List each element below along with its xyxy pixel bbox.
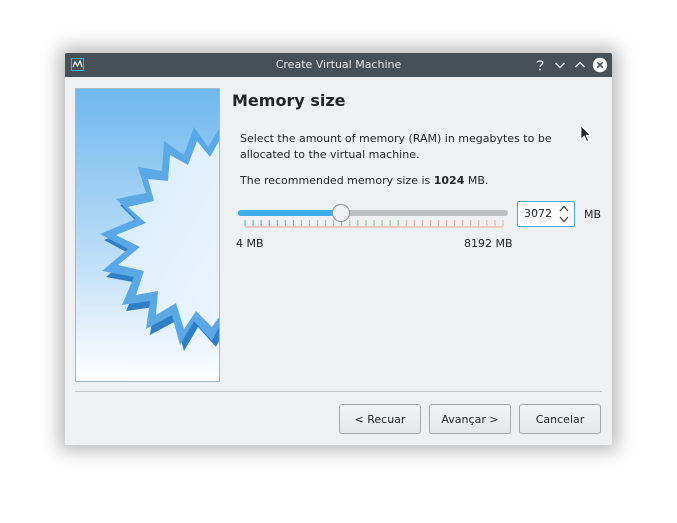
close-icon[interactable] bbox=[592, 57, 608, 73]
back-button[interactable]: < Recuar bbox=[339, 404, 421, 434]
cancel-button[interactable]: Cancelar bbox=[519, 404, 601, 434]
memory-value-input[interactable] bbox=[524, 207, 556, 220]
memory-slider[interactable] bbox=[238, 204, 508, 230]
maximize-icon[interactable] bbox=[572, 57, 588, 73]
recommend-prefix: The recommended memory size is bbox=[240, 174, 434, 187]
slider-fill bbox=[238, 210, 341, 216]
memory-max-label: 8192 MB bbox=[464, 237, 513, 250]
button-separator bbox=[75, 391, 602, 392]
create-vm-dialog: Create Virtual Machine Memory size Selec… bbox=[65, 53, 612, 445]
title-bar[interactable]: Create Virtual Machine bbox=[65, 53, 612, 77]
recommend-value: 1024 bbox=[433, 174, 465, 187]
gear-illustration bbox=[76, 89, 219, 381]
wizard-side-image bbox=[75, 88, 220, 382]
slider-handle[interactable] bbox=[332, 204, 350, 222]
memory-spinbox[interactable] bbox=[517, 201, 575, 227]
memory-unit-label: MB bbox=[584, 208, 602, 221]
window-title: Create Virtual Machine bbox=[275, 58, 402, 71]
page-description: Select the amount of memory (RAM) in meg… bbox=[240, 132, 552, 161]
memory-min-label: 4 MB bbox=[236, 237, 264, 250]
recommend-suffix: MB. bbox=[464, 174, 489, 187]
spin-up-icon[interactable] bbox=[557, 203, 571, 214]
page-heading: Memory size bbox=[232, 91, 346, 110]
next-button[interactable]: Avançar > bbox=[429, 404, 511, 434]
help-icon[interactable] bbox=[532, 57, 548, 73]
spin-down-icon[interactable] bbox=[557, 214, 571, 225]
minimize-icon[interactable] bbox=[552, 57, 568, 73]
recommended-memory-text: The recommended memory size is 1024 MB. bbox=[240, 174, 488, 187]
slider-ticks bbox=[244, 220, 504, 228]
mouse-cursor-icon bbox=[580, 125, 592, 143]
